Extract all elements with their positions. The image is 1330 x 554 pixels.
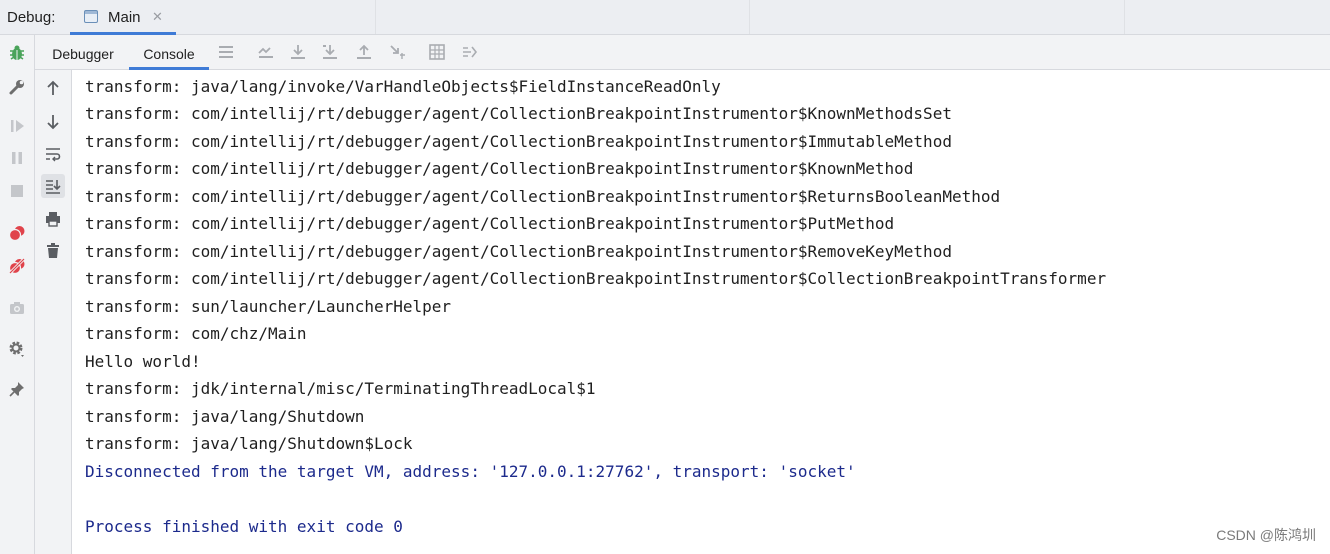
- close-icon[interactable]: ✕: [152, 9, 163, 25]
- menu-icon[interactable]: [216, 42, 236, 62]
- console-line-system: Process finished with exit code 0: [85, 517, 403, 536]
- bug-icon[interactable]: [6, 42, 28, 64]
- console-line-system: Disconnected from the target VM, address…: [85, 462, 856, 481]
- tab-bar-divider: [1124, 0, 1125, 34]
- debug-tab-bar: Debug: Main ✕: [0, 0, 1330, 35]
- console-line: transform: com/intellij/rt/debugger/agen…: [85, 159, 914, 178]
- console-line: transform: com/chz/Main: [85, 324, 307, 343]
- wrench-icon[interactable]: [6, 76, 28, 98]
- console-line: Hello world!: [85, 352, 201, 371]
- console-line: transform: com/intellij/rt/debugger/agen…: [85, 187, 1001, 206]
- soft-wrap-icon[interactable]: [41, 142, 65, 166]
- step-into-icon[interactable]: [320, 42, 340, 62]
- tab-bar-divider: [375, 0, 376, 34]
- console-gutter: [35, 70, 72, 554]
- step-out-icon[interactable]: [354, 42, 374, 62]
- view-breakpoints-icon[interactable]: [6, 222, 28, 244]
- console-line: transform: com/intellij/rt/debugger/agen…: [85, 132, 952, 151]
- console-output[interactable]: transform: java/lang/invoke/VarHandleObj…: [72, 70, 1330, 554]
- tab-debugger[interactable]: Debugger: [43, 35, 123, 70]
- trace-icon[interactable]: [460, 42, 480, 62]
- console-line: transform: sun/launcher/LauncherHelper: [85, 297, 452, 316]
- trash-icon[interactable]: [41, 239, 65, 263]
- window-icon: [84, 10, 98, 23]
- tab-bar-divider: [749, 0, 750, 34]
- console-line: transform: java/lang/invoke/VarHandleObj…: [85, 77, 721, 96]
- debug-tool-window: Debug: Main ✕ Debugger Console transform…: [0, 0, 1330, 554]
- scroll-to-end-icon[interactable]: [41, 174, 65, 198]
- up-arrow-icon[interactable]: [41, 76, 65, 100]
- tab-console[interactable]: Console: [129, 35, 209, 70]
- debugger-toolbar: Debugger Console: [35, 35, 1330, 70]
- show-execution-point-icon[interactable]: [256, 42, 276, 62]
- run-to-cursor-icon[interactable]: [387, 42, 407, 62]
- console-line: transform: com/intellij/rt/debugger/agen…: [85, 104, 952, 123]
- stop-icon[interactable]: [6, 180, 28, 202]
- console-line: transform: java/lang/Shutdown$Lock: [85, 434, 413, 453]
- console-line: transform: com/intellij/rt/debugger/agen…: [85, 269, 1107, 288]
- pause-icon[interactable]: [6, 147, 28, 169]
- console-line: transform: java/lang/Shutdown: [85, 407, 365, 426]
- mute-breakpoints-icon[interactable]: [6, 255, 28, 277]
- evaluate-expression-icon[interactable]: [427, 42, 447, 62]
- settings-icon[interactable]: [6, 338, 28, 360]
- debug-label: Debug:: [7, 9, 56, 26]
- step-over-icon[interactable]: [288, 42, 308, 62]
- resume-icon[interactable]: [6, 115, 28, 137]
- tab-main[interactable]: Main ✕: [70, 0, 176, 35]
- watermark: CSDN @陈鸿圳: [1216, 527, 1316, 543]
- print-icon[interactable]: [41, 207, 65, 231]
- pin-icon[interactable]: [6, 378, 28, 400]
- console-line: transform: jdk/internal/misc/Terminating…: [85, 379, 596, 398]
- down-arrow-icon[interactable]: [41, 110, 65, 134]
- console-line: transform: com/intellij/rt/debugger/agen…: [85, 242, 952, 261]
- tab-main-label: Main: [108, 9, 141, 26]
- console-line: transform: com/intellij/rt/debugger/agen…: [85, 214, 895, 233]
- camera-icon[interactable]: [6, 297, 28, 319]
- debug-actions-strip: [0, 35, 35, 554]
